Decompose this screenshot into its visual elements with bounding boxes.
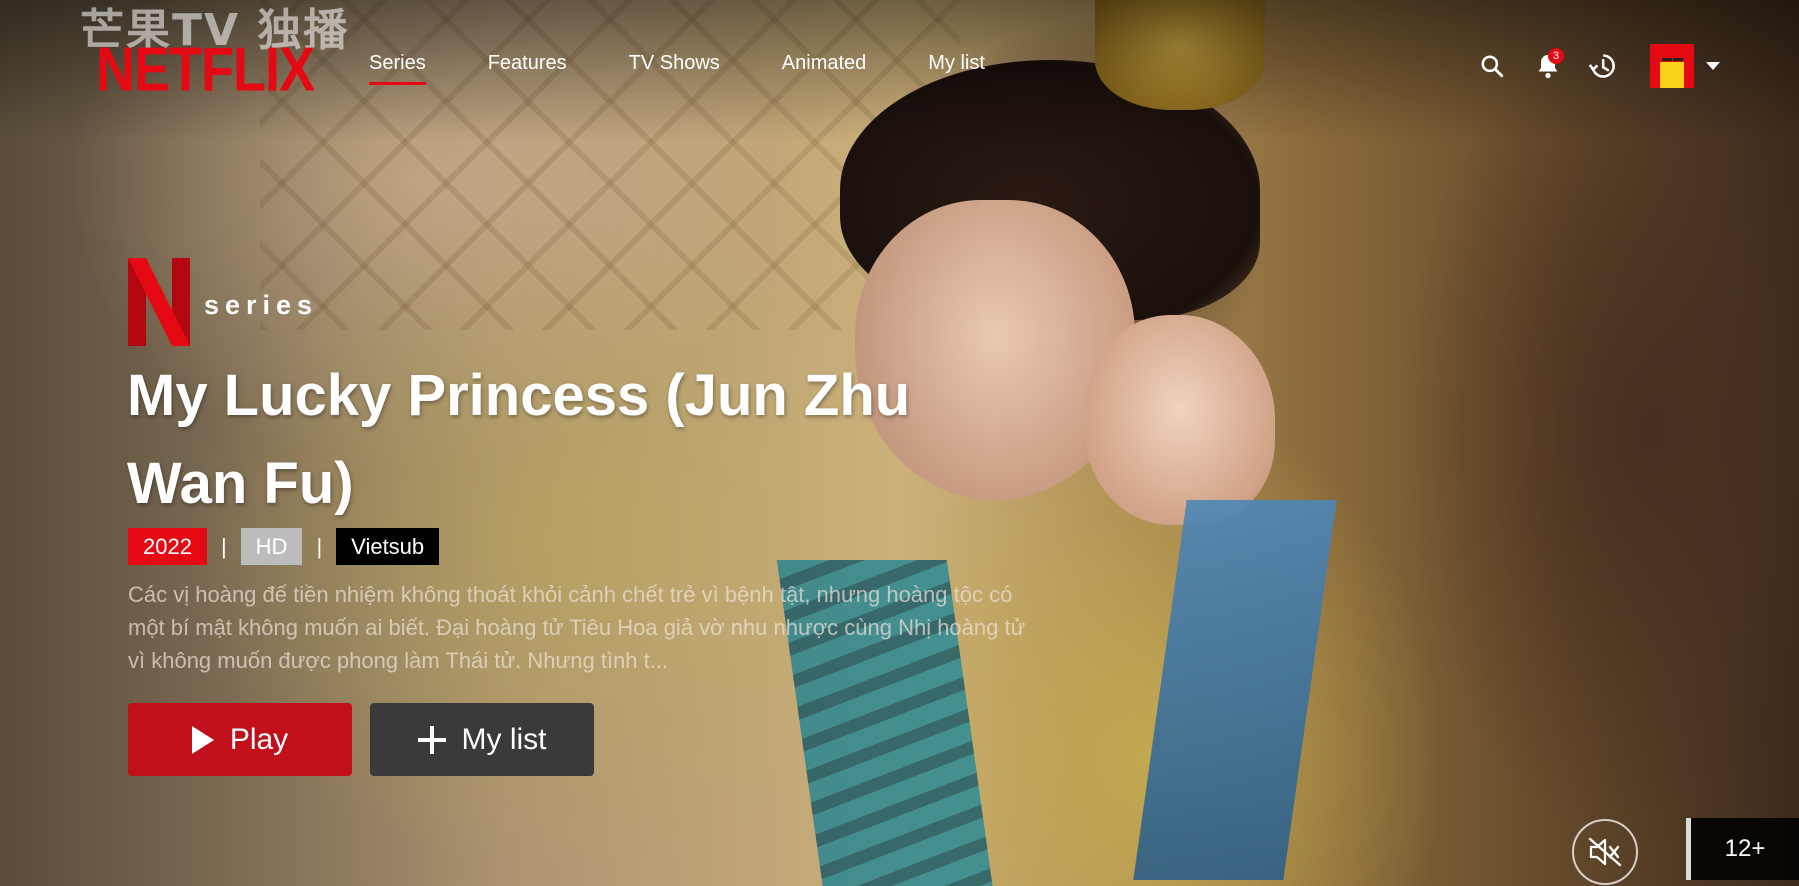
play-icon <box>191 725 214 754</box>
series-label: series <box>204 289 319 320</box>
nav-item-tv-shows[interactable]: TV Shows <box>629 52 720 85</box>
meta-separator: | <box>316 533 323 559</box>
header-actions: 3 <box>1478 44 1720 88</box>
netflix-series-badge: series <box>128 258 318 346</box>
play-button-label: Play <box>229 722 289 756</box>
play-button[interactable]: Play <box>128 703 352 776</box>
add-to-my-list-button[interactable]: My list <box>370 703 594 776</box>
top-navigation: NETFLIX Series Features TV Shows Animate… <box>0 0 1799 120</box>
subtitle-badge: Vietsub <box>336 528 440 565</box>
avatar-eye-right <box>1673 58 1683 61</box>
age-rating-badge: 12+ <box>1686 818 1799 880</box>
caret-down-icon[interactable] <box>1706 62 1720 70</box>
plus-icon <box>417 725 446 754</box>
search-icon[interactable] <box>1478 52 1506 80</box>
avatar-eye-left <box>1662 58 1672 61</box>
nav-item-animated[interactable]: Animated <box>782 52 867 85</box>
nav-item-series[interactable]: Series <box>369 52 426 85</box>
nav-item-features[interactable]: Features <box>488 52 567 85</box>
nav-item-my-list[interactable]: My list <box>928 52 985 85</box>
history-icon[interactable] <box>1588 52 1616 80</box>
profile-avatar[interactable] <box>1650 44 1694 88</box>
avatar-face <box>1660 62 1684 88</box>
meta-separator: | <box>220 533 227 559</box>
show-title: My Lucky Princess (Jun Zhu Wan Fu) <box>127 363 911 516</box>
netflix-n-icon <box>128 258 190 346</box>
year-badge: 2022 <box>128 528 207 565</box>
volume-muted-icon[interactable] <box>1572 819 1638 885</box>
main-nav: Series Features TV Shows Animated My lis… <box>369 52 985 85</box>
notification-count-badge: 3 <box>1548 48 1564 64</box>
quality-badge: HD <box>240 528 303 565</box>
netflix-logo[interactable]: NETFLIX <box>96 34 315 105</box>
show-meta: 2022 | HD | Vietsub <box>128 528 440 565</box>
billboard-actions: Play My list <box>128 703 594 776</box>
my-list-button-label: My list <box>461 722 547 756</box>
show-description: Các vị hoàng đế tiền nhiệm không thoát k… <box>128 582 1026 673</box>
bell-icon[interactable]: 3 <box>1534 48 1564 80</box>
